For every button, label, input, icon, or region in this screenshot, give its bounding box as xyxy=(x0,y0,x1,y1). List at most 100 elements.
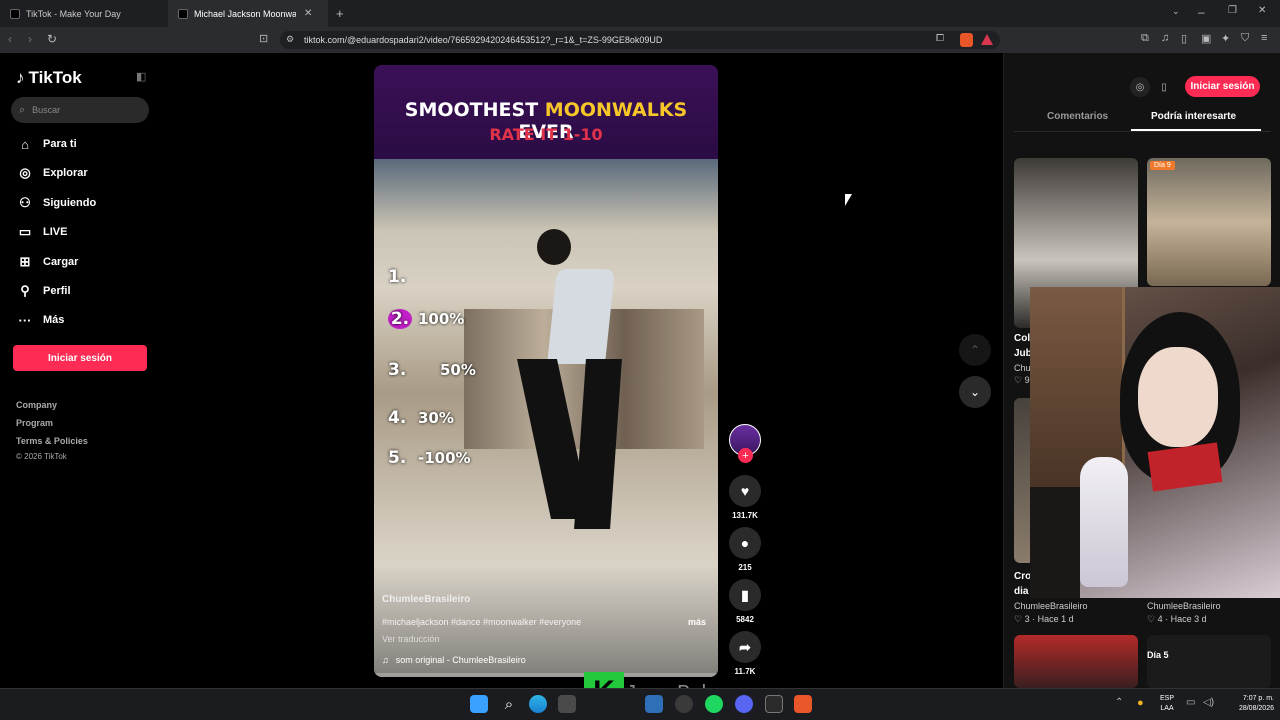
extensions-icon[interactable]: ⧉ xyxy=(1141,32,1149,45)
translate-link[interactable]: Ver traducción xyxy=(382,634,440,644)
close-window-icon[interactable]: ✕ xyxy=(1258,5,1266,16)
sidebar-item-perfil[interactable]: ⚲ Perfil xyxy=(16,280,156,302)
github-icon[interactable] xyxy=(675,695,693,713)
epic-games-icon[interactable] xyxy=(765,695,783,713)
music-note-icon: ♫ xyxy=(382,655,389,665)
search-input[interactable]: ⌕ Buscar xyxy=(11,97,149,123)
maximize-icon[interactable]: ❐ xyxy=(1228,5,1237,16)
translate-icon[interactable]: ⧠ xyxy=(936,33,944,44)
login-button[interactable]: Iniciar sesión xyxy=(13,345,147,371)
sidebar-icon[interactable]: ▯ xyxy=(1181,32,1187,45)
sound-link[interactable]: ♫ som original - ChumleeBrasileiro xyxy=(382,655,526,665)
progress-track[interactable] xyxy=(374,673,718,677)
video-card-thumbnail[interactable] xyxy=(1014,635,1138,688)
sidebar-item-siguiendo[interactable]: ⚇ Siguiendo xyxy=(16,192,156,214)
windows-start-icon[interactable] xyxy=(470,695,488,713)
compass-icon[interactable]: ◎ xyxy=(1130,77,1150,97)
forward-icon[interactable]: › xyxy=(28,32,32,46)
card-meta: ♡ 4 · Hace 3 d xyxy=(1147,614,1207,624)
card-author[interactable]: ChumleeBrasileiro xyxy=(1014,601,1088,611)
video-hashtags[interactable]: #michaeljackson #dance #moonwalker #ever… xyxy=(382,617,581,627)
clock[interactable]: 7:07 p. m. 28/08/2026 xyxy=(1224,694,1274,714)
card-author[interactable]: ChumleeBrasileiro xyxy=(1147,601,1221,611)
sidebar-item-cargar[interactable]: ⊞ Cargar xyxy=(16,251,156,273)
reload-icon[interactable]: ↻ xyxy=(47,32,57,46)
footer-program-link[interactable]: Program xyxy=(16,418,53,428)
search-icon[interactable]: ⌕ xyxy=(500,695,518,713)
store-icon[interactable] xyxy=(645,695,663,713)
app-icon[interactable] xyxy=(558,695,576,713)
browser-tab-active[interactable]: Michael Jackson Moonwalker ✕ xyxy=(168,0,328,27)
tiktok-logo[interactable]: ♪ TikTok xyxy=(16,68,82,88)
comment-count: 215 xyxy=(738,563,752,572)
chevron-down-icon: ⌄ xyxy=(969,385,981,399)
minimize-icon[interactable]: – xyxy=(1198,5,1205,19)
discord-icon[interactable] xyxy=(735,695,753,713)
spotify-icon[interactable] xyxy=(705,695,723,713)
search-icon: ⌕ xyxy=(19,103,26,116)
media-icon[interactable]: ♫ xyxy=(1161,32,1169,44)
edge-icon[interactable] xyxy=(529,695,547,713)
brave-shields-icon[interactable] xyxy=(960,33,973,47)
login-button-top[interactable]: Iniciar sesión xyxy=(1185,76,1260,97)
bookmark-icon[interactable]: ⊡ xyxy=(259,32,268,45)
site-info-icon[interactable]: ⚙ xyxy=(286,34,294,45)
webcam-overlay xyxy=(1030,287,1280,598)
more-link[interactable]: más xyxy=(688,617,706,627)
sidebar-item-live[interactable]: ▭ LIVE xyxy=(16,221,156,243)
footer-company-link[interactable]: Company xyxy=(16,400,57,410)
chevron-down-icon[interactable]: ⌄ xyxy=(1172,6,1180,17)
browser-tab[interactable]: TikTok - Make Your Day xyxy=(0,0,166,27)
video-card-thumbnail[interactable]: Día 5 xyxy=(1147,635,1271,688)
vpn-icon[interactable]: ⛉ xyxy=(1241,32,1249,45)
volume-icon[interactable]: ◁) xyxy=(1203,697,1214,708)
address-input[interactable]: ⚙ tiktok.com/@eduardospadari2/video/7665… xyxy=(280,31,1000,49)
home-icon: ⌂ xyxy=(21,136,29,152)
tab-label: TikTok - Make Your Day xyxy=(26,8,121,19)
heart-outline-icon: ♡ xyxy=(1014,375,1025,385)
footer-terms-link[interactable]: Terms & Policies xyxy=(16,436,88,446)
day-badge: Día 9 xyxy=(1150,161,1175,170)
rank-number: 4. xyxy=(388,408,407,428)
new-tab-icon[interactable]: + xyxy=(336,6,344,21)
card-meta: ♡ 3 · Hace 1 d xyxy=(1014,614,1074,624)
sidebar-item-para-ti[interactable]: ⌂ Para ti xyxy=(16,133,156,155)
nav-label: Más xyxy=(43,314,65,326)
comment-action[interactable]: ● 215 xyxy=(728,527,762,572)
rank-percent: 50% xyxy=(440,361,476,379)
next-video-button[interactable]: ⌄ xyxy=(959,376,991,408)
sidebar-item-explorar[interactable]: ◎ Explorar xyxy=(16,162,156,184)
card-author[interactable]: Chu xyxy=(1014,363,1031,373)
close-tab-icon[interactable]: ✕ xyxy=(304,8,312,19)
collapse-sidebar-icon[interactable]: ◧ xyxy=(136,70,146,83)
tiktok-note-icon: ♪ xyxy=(16,68,25,87)
previous-video-button[interactable]: ⌃ xyxy=(959,334,991,366)
tab-label: Michael Jackson Moonwalker xyxy=(194,8,296,19)
tray-chevron-up-icon[interactable]: ⌃ xyxy=(1115,697,1123,708)
language-indicator[interactable]: ESP LAA xyxy=(1160,694,1174,714)
ai-icon[interactable]: ✦ xyxy=(1221,32,1230,45)
like-action[interactable]: ♥ 131.7K xyxy=(728,475,762,520)
card-like-count: 9 xyxy=(1024,375,1030,385)
tab-comentarios[interactable]: Comentarios xyxy=(1047,111,1108,122)
video-card-thumbnail[interactable]: Día 9 xyxy=(1147,158,1271,286)
wallet-icon[interactable]: ▣ xyxy=(1201,32,1211,45)
device-icon[interactable]: ▯ xyxy=(1154,77,1174,97)
network-icon[interactable]: ▭ xyxy=(1186,697,1195,708)
microphone-icon[interactable]: ● xyxy=(1137,697,1144,709)
share-action[interactable]: ➦ 11.7K xyxy=(728,631,762,676)
back-icon[interactable]: ‹ xyxy=(8,32,12,46)
menu-icon[interactable]: ≡ xyxy=(1261,32,1267,44)
brave-icon[interactable] xyxy=(794,695,812,713)
video-author[interactable]: ChumleeBrasileiro xyxy=(382,594,470,605)
tab-podria-interesarte[interactable]: Podría interesarte xyxy=(1151,111,1236,122)
follow-plus-icon[interactable]: + xyxy=(738,448,753,463)
save-action[interactable]: ▮ 5842 xyxy=(728,579,762,624)
sidebar-item-mas[interactable]: ··· Más xyxy=(16,309,156,331)
brave-rewards-icon[interactable] xyxy=(981,34,993,45)
red-bandana xyxy=(1147,442,1223,492)
video-player[interactable]: SMOOTHEST MOONWALKS EVER RATE IT 1-10 1.… xyxy=(374,65,718,677)
heart-outline-icon: ♡ xyxy=(1014,614,1025,624)
tab-divider xyxy=(1014,131,1271,132)
rank-number: 5. xyxy=(388,448,407,468)
